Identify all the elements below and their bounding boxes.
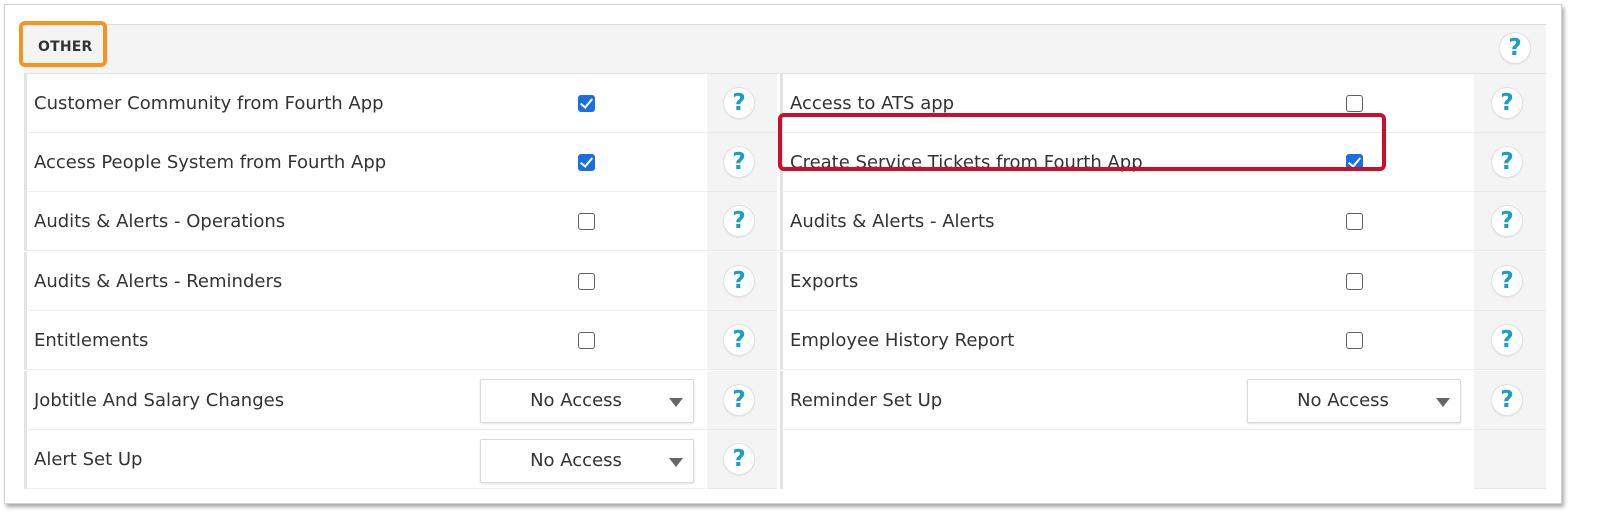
permission-row: Customer Community from Fourth App ? Acc… [24,74,1546,133]
permission-label: Entitlements [34,330,149,351]
help-cell: ? [707,133,777,192]
access-level-value: No Access [530,390,622,411]
help-cell: ? [707,192,777,251]
help-cell: ? [1474,311,1546,370]
permission-row: Jobtitle And Salary Changes No Access ? … [24,371,1546,430]
permission-cell: Jobtitle And Salary Changes No Access [24,371,706,430]
question-mark-icon[interactable]: ? [724,147,754,177]
access-level-select[interactable]: No Access [1247,379,1461,423]
question-mark-icon[interactable]: ? [724,88,754,118]
permission-row: Alert Set Up No Access ? [24,430,1546,489]
permission-checkbox[interactable] [1346,154,1363,171]
help-cell: ? [1474,192,1546,251]
permission-label: Audits & Alerts - Reminders [34,271,283,292]
permission-checkbox[interactable] [578,273,595,290]
permission-label: Audits & Alerts - Operations [34,211,286,232]
permission-checkbox[interactable] [1346,273,1363,290]
question-mark-icon[interactable]: ? [724,444,754,474]
help-cell: ? [707,252,777,311]
permission-checkbox[interactable] [1346,332,1363,349]
empty-cell [780,430,1473,489]
permission-label: Create Service Tickets from Fourth App [790,152,1143,173]
help-cell: ? [1474,74,1546,133]
permission-cell: Alert Set Up No Access [24,430,706,489]
triangle-down-icon [1436,398,1450,407]
permission-row: Entitlements ? Employee History Report ? [24,311,1546,370]
permission-cell: Employee History Report [780,311,1473,370]
permission-row: Access People System from Fourth App ? C… [24,133,1546,192]
access-level-select[interactable]: No Access [480,379,694,423]
screenshot-frame: OTHER ? Customer Community from Fourth A… [4,4,1562,504]
permission-label: Exports [790,271,859,292]
permission-label: Access to ATS app [790,93,955,114]
question-mark-icon[interactable]: ? [724,325,754,355]
permission-checkbox[interactable] [578,332,595,349]
question-mark-icon[interactable]: ? [1492,147,1522,177]
permission-cell: Customer Community from Fourth App [24,74,706,133]
help-cell: ? [707,371,777,430]
permission-label: Customer Community from Fourth App [34,93,384,114]
question-mark-icon[interactable]: ? [724,385,754,415]
triangle-down-icon [669,458,683,467]
permission-checkbox[interactable] [578,95,595,112]
access-level-value: No Access [530,450,622,471]
permission-label: Employee History Report [790,330,1015,351]
help-cell: ? [707,311,777,370]
help-cell: ? [1474,133,1546,192]
permission-checkbox[interactable] [1346,95,1363,112]
triangle-down-icon [669,398,683,407]
permission-label: Reminder Set Up [790,390,943,411]
help-cell: ? [707,74,777,133]
section-title-highlight [19,21,107,67]
permission-cell: Audits & Alerts - Reminders [24,252,706,311]
permission-cell: Access to ATS app [780,74,1473,133]
help-cell: ? [1474,252,1546,311]
help-cell: ? [1474,371,1546,430]
help-cell: ? [707,430,777,489]
question-mark-icon[interactable]: ? [1500,33,1530,63]
permission-cell: Reminder Set Up No Access [780,371,1473,430]
question-mark-icon[interactable]: ? [1492,88,1522,118]
permission-label: Access People System from Fourth App [34,152,387,173]
question-mark-icon[interactable]: ? [1492,206,1522,236]
permission-label: Jobtitle And Salary Changes [34,390,285,411]
permission-checkbox[interactable] [1346,213,1363,230]
question-mark-icon[interactable]: ? [1492,266,1522,296]
permission-checkbox[interactable] [578,213,595,230]
empty-help-cell [1474,430,1546,489]
permission-cell: Entitlements [24,311,706,370]
other-permissions-panel: OTHER ? Customer Community from Fourth A… [19,21,1546,502]
permission-label: Audits & Alerts - Alerts [790,211,995,232]
permission-cell: Exports [780,252,1473,311]
permission-cell: Audits & Alerts - Alerts [780,192,1473,251]
permission-cell: Create Service Tickets from Fourth App [780,133,1473,192]
question-mark-icon[interactable]: ? [1492,325,1522,355]
permission-row: Audits & Alerts - Operations ? Audits & … [24,192,1546,251]
section-header: OTHER ? [19,21,1546,74]
permission-cell: Audits & Alerts - Operations [24,192,706,251]
permission-row: Audits & Alerts - Reminders ? Exports ? [24,252,1546,311]
question-mark-icon[interactable]: ? [1492,385,1522,415]
access-level-value: No Access [1297,390,1389,411]
access-level-select[interactable]: No Access [480,439,694,483]
question-mark-icon[interactable]: ? [724,206,754,236]
permission-checkbox[interactable] [578,154,595,171]
question-mark-icon[interactable]: ? [724,266,754,296]
permission-cell: Access People System from Fourth App [24,133,706,192]
permission-label: Alert Set Up [34,449,143,470]
